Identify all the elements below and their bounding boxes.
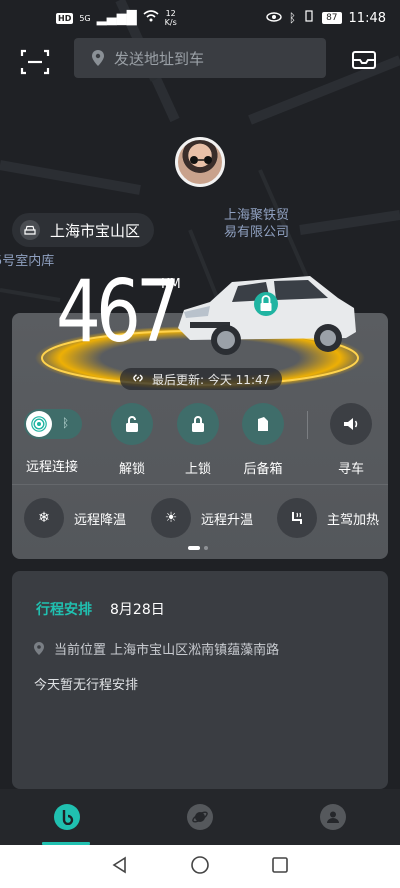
lock-button[interactable]: [177, 403, 219, 445]
card-divider: [12, 484, 388, 485]
remote-heat-control[interactable]: ☀ 远程升温: [151, 498, 253, 538]
schedule-card[interactable]: 行程安排 8月28日 当前位置 上海市宝山区淞南镇蕴藻南路 今天暂无行程安排: [12, 571, 388, 789]
page-indicator: [188, 546, 208, 550]
unlock-label: 解锁: [118, 462, 145, 477]
last-update-pill: 最后更新: 今天 11:47: [120, 368, 283, 390]
clock: 11:48: [348, 10, 386, 26]
lock-status-icon: [254, 292, 278, 316]
trunk-label: 后备箱: [243, 462, 283, 477]
planet-icon: [192, 811, 208, 823]
schedule-title: 行程安排: [36, 602, 92, 618]
back-button[interactable]: [111, 856, 129, 878]
page-dot: [204, 546, 208, 550]
car-image: [178, 276, 356, 355]
unlock-icon: [126, 416, 138, 432]
poi-company-label: 上海聚铁贸 易有限公司: [224, 208, 290, 240]
vibrate-icon: [303, 10, 315, 26]
scan-button[interactable]: [20, 48, 50, 76]
trunk-control[interactable]: 后备箱: [228, 403, 298, 477]
schedule-date: 8月28日: [110, 602, 165, 618]
scan-icon: [20, 49, 50, 75]
nav-home-tab[interactable]: [54, 804, 80, 830]
current-location: 当前位置 上海市宝山区淞南镇蕴藻南路: [34, 639, 279, 658]
mailbox-icon: [352, 51, 376, 69]
last-update-text: 最后更新: 今天 11:47: [152, 372, 271, 387]
find-car-button[interactable]: [330, 403, 372, 445]
eye-icon: [266, 11, 282, 26]
remote-connect-label: 远程连接: [26, 460, 79, 475]
find-car-control[interactable]: 寻车: [316, 403, 386, 477]
district-label: 上海市宝山区: [50, 221, 141, 240]
remote-cool-control[interactable]: ❄ 远程降温: [24, 498, 126, 538]
home-logo-icon: [62, 810, 74, 825]
controls-divider: [307, 411, 308, 439]
back-icon: [112, 856, 126, 873]
remote-heat-label: 远程升温: [201, 512, 254, 528]
trunk-button[interactable]: [242, 403, 284, 445]
remaining-mileage: 467: [56, 262, 181, 362]
speaker-icon: [344, 418, 358, 430]
driver-seat-heat-label: 主驾加热: [327, 512, 380, 528]
car-icon: [20, 220, 40, 240]
recents-button[interactable]: [271, 856, 289, 878]
remote-signal-icon: [26, 411, 52, 437]
messages-button[interactable]: [350, 46, 378, 74]
bluetooth-icon: ᛒ: [62, 416, 70, 430]
schedule-empty-text: 今天暂无行程安排: [34, 678, 139, 693]
trunk-icon: [258, 417, 268, 431]
sun-icon: ☀: [151, 498, 191, 538]
search-placeholder: 发送地址到车: [114, 49, 205, 68]
nav-discover-tab[interactable]: [187, 804, 213, 830]
hd-badge: HD: [56, 12, 74, 24]
current-location-text: 当前位置 上海市宝山区淞南镇蕴藻南路: [54, 643, 280, 658]
battery-indicator: 87: [322, 12, 342, 24]
avatar-glasses: [190, 156, 212, 164]
bluetooth-icon: ᛒ: [288, 11, 297, 25]
network-type: 5G: [79, 13, 91, 23]
remote-cool-label: 远程降温: [74, 512, 127, 528]
lock-control[interactable]: 上锁: [163, 403, 233, 477]
status-bar: HD 5G ▂▄▆█ 12 K/s ᛒ 87 11:48: [0, 0, 400, 36]
home-circle-icon: [191, 855, 209, 874]
poi-garage-label: 5号室内库: [0, 254, 55, 269]
lock-icon: [192, 416, 204, 432]
driver-seat-heat-control[interactable]: 主驾加热: [277, 498, 379, 538]
unlock-control[interactable]: 解锁: [97, 403, 167, 477]
seat-heat-icon: [277, 498, 317, 538]
user-icon: [327, 811, 339, 823]
user-avatar[interactable]: [175, 137, 225, 187]
wifi-icon: [143, 10, 159, 26]
snowflake-icon: ❄: [24, 498, 64, 538]
district-chip[interactable]: 上海市宝山区: [12, 213, 155, 247]
remote-connect-toggle[interactable]: ᛒ: [24, 409, 82, 439]
system-navigation-bar: [0, 845, 400, 888]
recents-icon: [272, 856, 289, 873]
unlock-button[interactable]: [111, 403, 153, 445]
link-icon: [132, 372, 144, 387]
page-dot-active: [188, 546, 200, 550]
location-pin-icon: [92, 50, 104, 66]
nav-profile-tab[interactable]: [320, 804, 346, 830]
lock-label: 上锁: [184, 462, 211, 477]
find-car-label: 寻车: [337, 462, 364, 477]
bottom-navigation: [0, 789, 400, 845]
location-pin-icon: [34, 642, 44, 655]
home-button[interactable]: [190, 855, 210, 879]
signal-icon: ▂▄▆█: [96, 10, 137, 26]
net-speed: 12 K/s: [164, 9, 177, 27]
send-address-search[interactable]: 发送地址到车: [74, 38, 326, 78]
